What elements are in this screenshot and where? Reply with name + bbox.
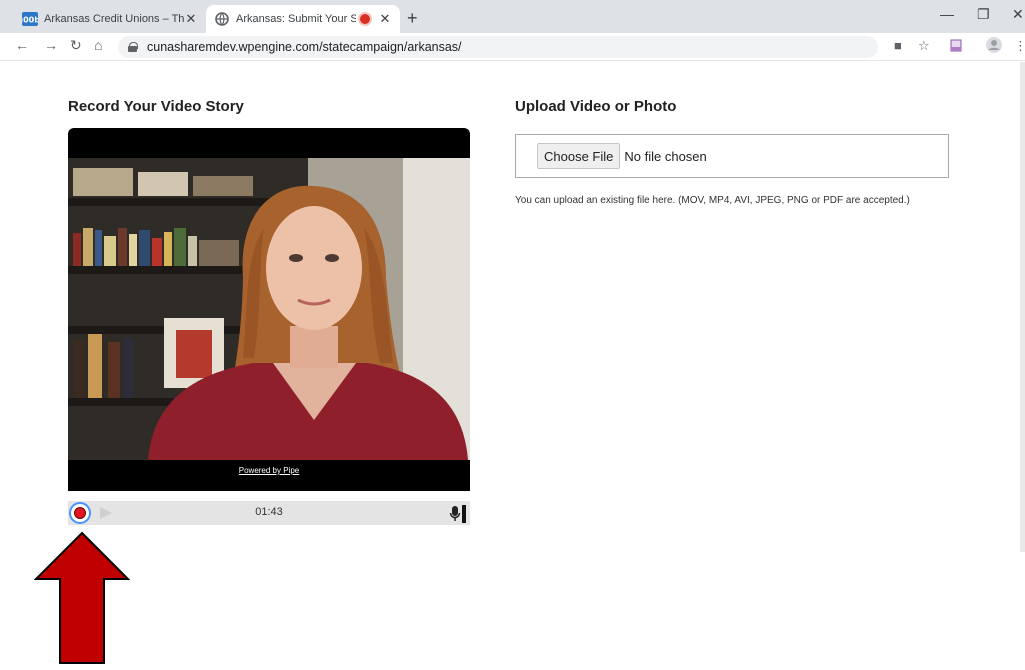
browser-tab-bar: \u00b5 Arkansas Credit Unions – The Rig …: [0, 0, 1025, 33]
minimize-icon[interactable]: —: [940, 6, 954, 22]
url-text: cunasharemdev.wpengine.com/statecampaign…: [147, 40, 462, 54]
upload-heading: Upload Video or Photo: [515, 98, 677, 115]
menu-kebab-icon[interactable]: ⋮: [1014, 38, 1025, 54]
close-tab-icon[interactable]: ✕: [184, 11, 198, 27]
video-recorder: Powered by Pipe: [68, 128, 470, 491]
profile-avatar-icon[interactable]: [985, 36, 1003, 57]
page-content: Record Your Video Story Powered by Pipe …: [0, 62, 1025, 664]
globe-icon: [214, 11, 230, 27]
recording-indicator-icon: [360, 14, 370, 24]
choose-file-button[interactable]: Choose File: [537, 143, 621, 169]
extension-icon[interactable]: [950, 38, 962, 55]
address-toolbar: ← → ↻ ⌂ cunasharemdev.wpengine.com/state…: [0, 33, 1025, 61]
annotation-arrow-up-icon: [33, 531, 131, 670]
restore-icon[interactable]: ❐: [977, 6, 990, 23]
tab-title: Arkansas Credit Unions – The Rig: [44, 13, 184, 25]
upload-help-text: You can upload an existing file here. (M…: [515, 195, 910, 206]
cuna-favicon-icon: \u00b5: [22, 11, 38, 27]
new-tab-plus-icon[interactable]: +: [407, 8, 418, 29]
close-tab-icon[interactable]: ✕: [378, 11, 392, 27]
file-upload-field: Choose File No file chosen: [515, 134, 949, 178]
tab-arkansas-credit-unions[interactable]: \u00b5 Arkansas Credit Unions – The Rig …: [14, 5, 206, 33]
recording-timer: 01:43: [255, 506, 283, 518]
forward-arrow-icon[interactable]: →: [44, 37, 58, 53]
bookmark-star-icon[interactable]: ☆: [918, 38, 930, 54]
lock-icon: [128, 42, 138, 52]
reload-icon[interactable]: ↻: [70, 37, 82, 54]
file-status-text: No file chosen: [624, 148, 707, 164]
url-bar[interactable]: cunasharemdev.wpengine.com/statecampaign…: [118, 36, 878, 58]
powered-by-pipe-link[interactable]: Powered by Pipe: [68, 466, 470, 475]
record-heading: Record Your Video Story: [68, 98, 244, 115]
window-close-icon[interactable]: ✕: [1012, 6, 1024, 23]
microphone-icon: [448, 504, 468, 529]
page-scrollbar[interactable]: [1020, 62, 1025, 552]
svg-text:\u00b5: \u00b5: [22, 16, 38, 25]
tab-submit-your-story[interactable]: Arkansas: Submit Your Story ✕: [206, 5, 400, 33]
back-arrow-icon[interactable]: ←: [15, 37, 29, 53]
recorder-controls: 01:43: [68, 501, 470, 525]
tab-title: Arkansas: Submit Your Story: [236, 13, 356, 25]
webcam-preview: [68, 158, 470, 460]
camera-in-use-icon[interactable]: ■: [894, 38, 902, 53]
home-icon[interactable]: ⌂: [94, 37, 102, 53]
